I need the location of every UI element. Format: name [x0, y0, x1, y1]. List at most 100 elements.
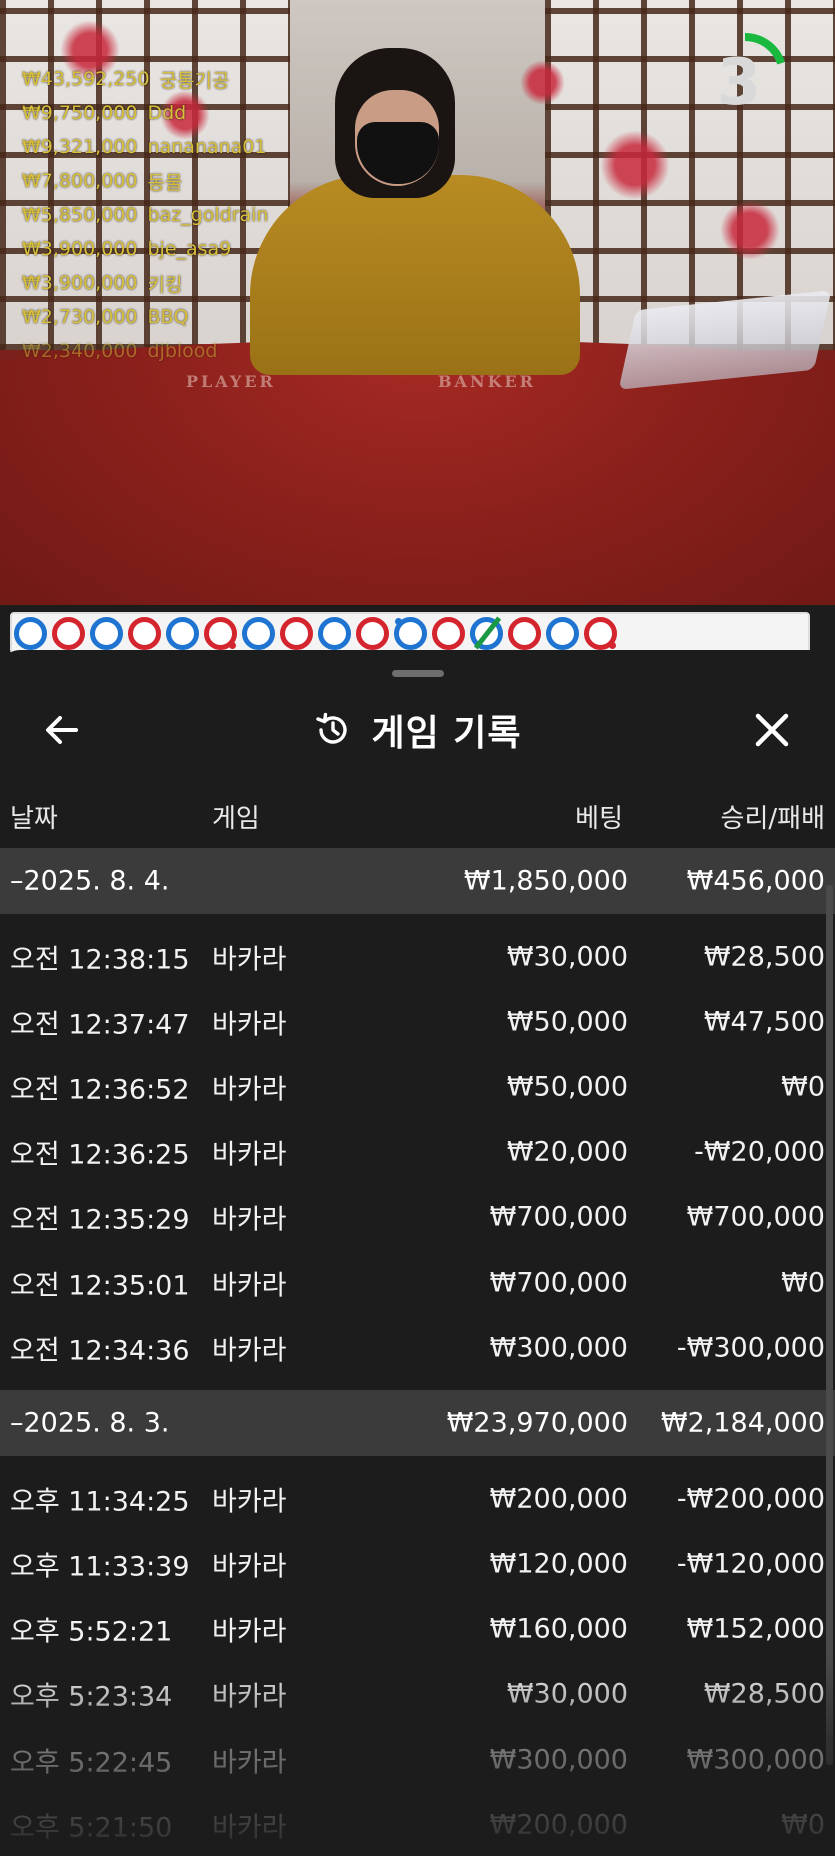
row-winloss: ₩0 [781, 1267, 825, 1299]
leaderboard-row: ₩9,750,000 Ddd [22, 96, 268, 130]
history-list[interactable]: –2025. 8. 4. ₩1,850,000 ₩456,000 오전 12:38:1… [0, 848, 835, 1856]
row-time: 오후 11:33:39 [10, 1551, 190, 1583]
pair-dot [229, 641, 236, 649]
row-winloss: ₩700,000 [686, 1201, 825, 1233]
player-bead [242, 616, 275, 650]
row-game: 바카라 [212, 1270, 287, 1302]
leaderboard-name: 키킹 [147, 273, 183, 296]
leaderboard-amount: ₩2,730,000 [22, 306, 138, 328]
row-game: 바카라 [212, 944, 287, 976]
tie-slash [473, 615, 502, 650]
bead-road[interactable] [10, 612, 810, 654]
blossom-decor [600, 130, 670, 200]
player-bead [90, 616, 123, 650]
player-bead [318, 616, 351, 650]
leaderboard-amount: ₩43,592,250 [22, 68, 150, 90]
history-row[interactable]: 오전 12:35:01 바카라 ₩700,000 ₩0 [0, 1250, 835, 1315]
leaderboard-row: ₩3,900,000 bje_asa9 [22, 232, 268, 266]
row-time: 오전 12:35:29 [10, 1204, 190, 1236]
row-time: 오전 12:34:36 [10, 1335, 190, 1367]
history-row[interactable]: 오전 12:37:47 바카라 ₩50,000 ₩47,500 [0, 989, 835, 1054]
row-game: 바카라 [212, 1074, 287, 1106]
close-icon[interactable] [750, 708, 794, 752]
dealer [250, 175, 580, 375]
row-winloss: ₩152,000 [686, 1613, 825, 1645]
leaderboard-row: ₩9,321,000 nananana01 [22, 130, 268, 164]
banker-bead [356, 616, 389, 650]
history-row[interactable]: 오전 12:34:36 바카라 ₩300,000 -₩300,000 [0, 1315, 835, 1380]
drag-handle[interactable] [392, 670, 444, 677]
scrollbar[interactable] [826, 885, 833, 1765]
leaderboard-name: nananana01 [147, 136, 267, 158]
row-bet: ₩120,000 [489, 1548, 628, 1580]
row-game: 바카라 [212, 1747, 287, 1779]
date-group-row[interactable]: –2025. 8. 3. ₩23,970,000 ₩2,184,000 [0, 1390, 835, 1457]
group-bet-total: ₩23,970,000 [446, 1407, 628, 1439]
row-winloss: ₩47,500 [703, 1006, 825, 1038]
row-bet: ₩700,000 [489, 1201, 628, 1233]
banker-bead [432, 616, 465, 650]
history-row[interactable]: 오후 5:23:34 바카라 ₩30,000 ₩28,500 [0, 1662, 835, 1727]
blossom-decor [720, 200, 780, 260]
row-bet: ₩700,000 [489, 1267, 628, 1299]
leaderboard-row: ₩2,730,000 BBQ [22, 300, 268, 334]
live-video-feed: PLAYER BANKER ₩43,592,250 궁통기공 ₩9,750,000 D… [0, 0, 835, 605]
panel-title: 게임 기록 [371, 713, 522, 754]
row-bet: ₩160,000 [489, 1613, 628, 1645]
leaderboard-name: djblood [147, 340, 218, 362]
player-bead [470, 615, 503, 650]
banker-bead [204, 616, 237, 650]
leaderboard-name: Ddd [147, 102, 187, 124]
player-bead [166, 616, 199, 650]
row-time: 오전 12:37:47 [10, 1009, 190, 1041]
row-game: 바카라 [212, 1486, 287, 1518]
leaderboard-amount: ₩5,850,000 [22, 204, 138, 226]
row-winloss: -₩200,000 [676, 1483, 825, 1515]
player-bead [394, 616, 427, 650]
row-winloss: ₩0 [781, 1071, 825, 1103]
group-date: –2025. 8. 3. [10, 1407, 170, 1439]
row-winloss: ₩0 [781, 1809, 825, 1841]
row-game: 바카라 [212, 1009, 287, 1041]
date-group-row[interactable]: –2025. 8. 4. ₩1,850,000 ₩456,000 [0, 848, 835, 914]
leaderboard-row: ₩3,900,000 키킹 [22, 266, 268, 300]
history-row[interactable]: 오후 11:34:25 바카라 ₩200,000 -₩200,000 [0, 1466, 835, 1531]
history-row[interactable]: 오전 12:36:52 바카라 ₩50,000 ₩0 [0, 1054, 835, 1119]
row-time: 오후 5:22:45 [10, 1747, 173, 1779]
leaderboard-row: ₩2,340,000 djblood [22, 334, 268, 368]
history-row[interactable]: 오후 5:22:45 바카라 ₩300,000 ₩300,000 [0, 1727, 835, 1792]
row-game: 바카라 [212, 1335, 287, 1367]
row-bet: ₩50,000 [506, 1006, 628, 1038]
row-game: 바카라 [212, 1681, 287, 1713]
leaderboard-amount: ₩9,321,000 [22, 136, 138, 158]
history-row[interactable]: 오후 5:52:21 바카라 ₩160,000 ₩152,000 [0, 1597, 835, 1662]
column-header-winloss: 승리/패배 [720, 804, 825, 834]
history-row[interactable]: 오전 12:35:29 바카라 ₩700,000 ₩700,000 [0, 1185, 835, 1250]
row-time: 오후 5:21:50 [10, 1812, 173, 1844]
row-winloss: -₩300,000 [676, 1332, 825, 1364]
row-bet: ₩30,000 [506, 941, 628, 973]
history-row[interactable]: 오후 11:33:39 바카라 ₩120,000 -₩120,000 [0, 1532, 835, 1597]
leaderboard-name: bje_asa9 [147, 238, 232, 260]
group-win-total: ₩2,184,000 [660, 1407, 825, 1439]
leaderboard-name: 동물 [147, 171, 183, 194]
row-bet: ₩300,000 [489, 1744, 628, 1776]
history-row[interactable]: 오전 12:36:25 바카라 ₩20,000 -₩20,000 [0, 1120, 835, 1185]
leaderboard-name: 궁통기공 [159, 69, 230, 92]
back-arrow-icon[interactable] [40, 708, 84, 752]
group-date: –2025. 8. 4. [10, 865, 170, 897]
row-winloss: -₩20,000 [694, 1136, 825, 1168]
column-header-bet: 베팅 [575, 804, 623, 834]
player-bead [14, 616, 47, 650]
panel-header: 게임 기록 [0, 690, 835, 770]
history-row[interactable]: 오전 12:38:15 바카라 ₩30,000 ₩28,500 [0, 924, 835, 989]
group-win-total: ₩456,000 [686, 865, 825, 897]
history-row[interactable]: 오후 5:21:50 바카라 ₩200,000 ₩0 [0, 1792, 835, 1856]
row-bet: ₩30,000 [506, 1678, 628, 1710]
countdown-seconds: 3 [716, 46, 762, 120]
leaderboard-row: ₩7,800,000 동물 [22, 164, 268, 198]
title-group: 게임 기록 [0, 690, 835, 770]
